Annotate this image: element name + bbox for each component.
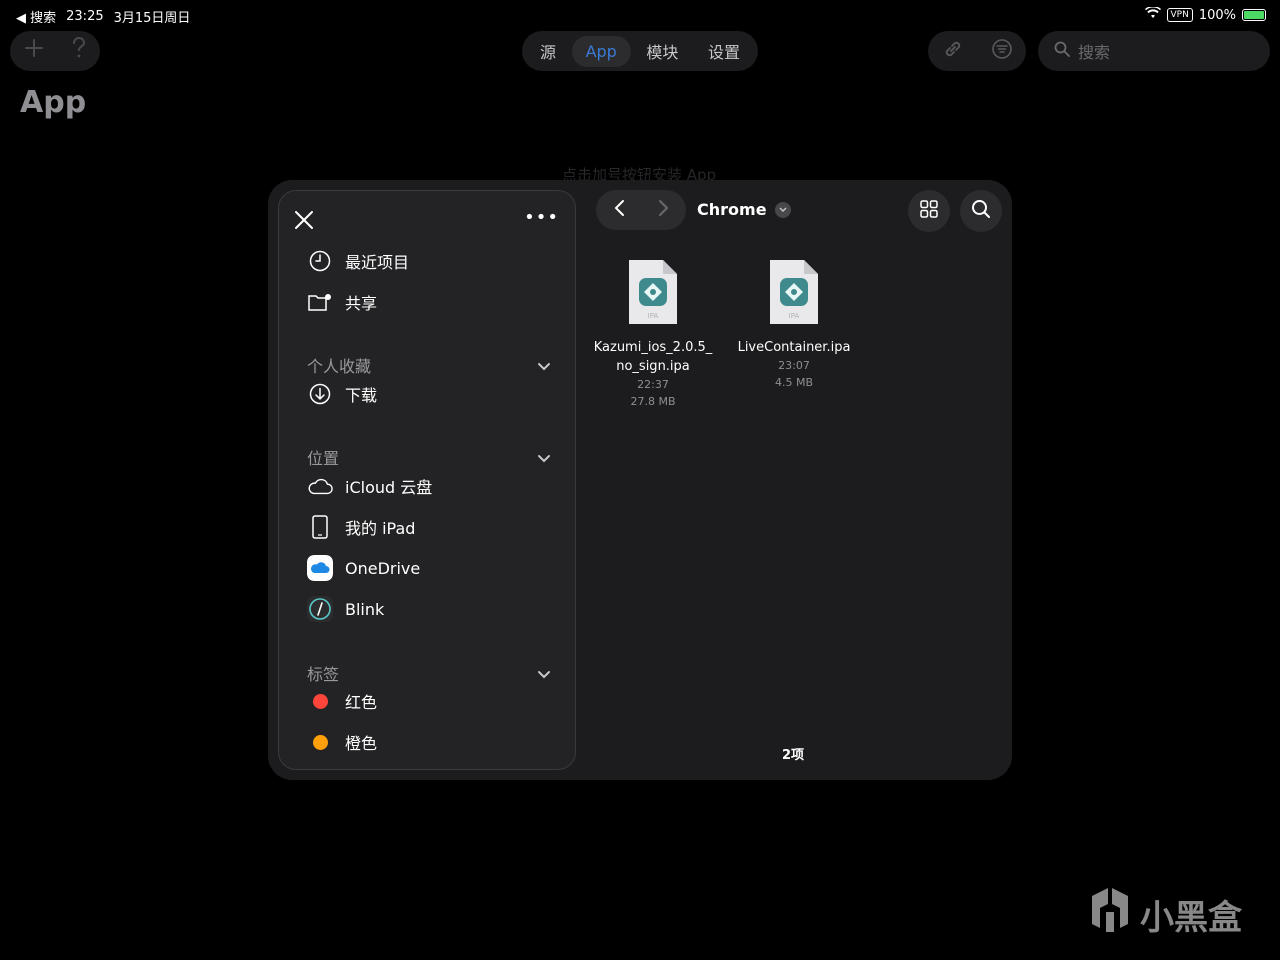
tab-modules[interactable]: 模块 (632, 33, 692, 69)
file-item-kazumi[interactable]: IPA Kazumi_ios_2.0.5_ no_sign.ipa 22:37 … (588, 258, 718, 410)
folder-title-menu[interactable]: Chrome (697, 200, 791, 219)
picker-sidebar: ••• 最近项目 共享 个人收藏 下载 位置 iCloud 云盘 我的 iPad… (278, 190, 576, 770)
onedrive-icon (307, 555, 333, 581)
tab-source[interactable]: 源 (526, 33, 570, 69)
blink-icon (307, 596, 333, 622)
sidebar-item-tag-orange[interactable]: 橙色 (307, 729, 377, 755)
left-toolbar (10, 31, 100, 71)
section-locations-header[interactable]: 位置 (307, 445, 551, 469)
segmented-control: 源 App 模块 设置 (522, 31, 758, 71)
ipa-file-icon: IPA (768, 258, 820, 326)
sidebar-item-label: 橙色 (345, 734, 378, 753)
section-title: 位置 (307, 449, 340, 468)
search-input[interactable]: 搜索 (1038, 31, 1270, 71)
sidebar-item-label: 我的 iPad (345, 519, 416, 538)
sidebar-item-blink[interactable]: Blink (307, 596, 384, 622)
battery-percent: 100% (1198, 7, 1236, 23)
search-icon (1054, 41, 1070, 61)
sidebar-item-downloads[interactable]: 下载 (307, 381, 377, 407)
status-bar: ◀ 搜索 23:25 3月15日周日 VPN 100% (0, 0, 1280, 30)
sidebar-item-label: 最近项目 (345, 253, 410, 272)
link-icon[interactable] (942, 38, 964, 64)
cloud-icon (307, 473, 333, 499)
document-picker: ••• 最近项目 共享 个人收藏 下载 位置 iCloud 云盘 我的 iPad… (268, 180, 1012, 780)
search-icon (971, 199, 991, 223)
orange-tag-dot-icon (312, 734, 328, 750)
sidebar-item-label: OneDrive (345, 558, 421, 578)
red-tag-dot-icon (312, 693, 328, 709)
file-size: 27.8 MB (630, 395, 676, 408)
back-to-search-link[interactable]: ◀ 搜索 (16, 7, 56, 26)
sidebar-item-onedrive[interactable]: OneDrive (307, 555, 420, 581)
sidebar-item-my-ipad[interactable]: 我的 iPad (307, 514, 415, 540)
ipa-file-icon: IPA (627, 258, 679, 326)
clock-icon (307, 248, 333, 274)
right-toolbar (928, 31, 1026, 71)
sidebar-item-label: Blink (345, 599, 385, 619)
file-item-livecontainer[interactable]: IPA LiveContainer.ipa 23:07 4.5 MB (729, 258, 859, 391)
grid-icon (919, 199, 939, 223)
sidebar-item-label: 共享 (345, 294, 378, 313)
chevron-down-icon[interactable] (537, 664, 551, 683)
section-title: 个人收藏 (307, 357, 372, 376)
download-icon (307, 381, 333, 407)
sidebar-item-label: iCloud 云盘 (345, 478, 433, 497)
forward-chevron-icon[interactable] (658, 199, 670, 221)
question-icon[interactable] (71, 37, 87, 65)
sidebar-item-label: 红色 (345, 693, 378, 712)
history-navigation (596, 190, 686, 230)
view-mode-button[interactable] (908, 190, 950, 232)
shared-folder-icon (307, 289, 333, 315)
tab-settings[interactable]: 设置 (694, 33, 754, 69)
watermark-text: 小黑盒 (1140, 898, 1242, 938)
chevron-down-icon[interactable] (537, 448, 551, 467)
sidebar-item-icloud[interactable]: iCloud 云盘 (307, 473, 432, 499)
file-type-badge: IPA (788, 312, 800, 320)
section-title: 标签 (307, 665, 340, 684)
filter-icon[interactable] (991, 38, 1013, 64)
plus-icon[interactable] (24, 38, 44, 64)
sidebar-item-shared[interactable]: 共享 (307, 289, 377, 315)
status-date: 3月15日周日 (113, 11, 191, 26)
file-size: 4.5 MB (774, 376, 814, 389)
search-placeholder: 搜索 (1078, 43, 1111, 62)
chevron-down-icon[interactable] (537, 356, 551, 375)
section-favorites-header[interactable]: 个人收藏 (307, 353, 551, 377)
back-chevron-icon[interactable] (613, 199, 625, 221)
page-title: App (20, 85, 87, 120)
file-time: 22:37 (637, 378, 669, 391)
file-time: 23:07 (778, 359, 810, 372)
vpn-badge: VPN (1166, 8, 1193, 22)
tab-app[interactable]: App (571, 35, 631, 67)
search-button[interactable] (960, 190, 1002, 232)
file-name: LiveContainer.ipa (737, 340, 851, 355)
file-type-badge: IPA (647, 312, 659, 320)
battery-icon (1242, 9, 1266, 21)
item-count: 2项 (781, 748, 805, 763)
section-tags-header[interactable]: 标签 (307, 661, 551, 685)
folder-title: Chrome (697, 200, 767, 219)
file-name: Kazumi_ios_2.0.5_ no_sign.ipa (593, 340, 713, 374)
watermark-logo: 小黑盒 (1088, 886, 1242, 943)
chevron-down-icon (774, 201, 791, 218)
sidebar-item-tag-red[interactable]: 红色 (307, 688, 377, 714)
sidebar-item-label: 下载 (345, 386, 378, 405)
status-time: 23:25 (66, 9, 104, 24)
heybox-logo-icon (1088, 886, 1132, 943)
more-options-icon[interactable]: ••• (524, 207, 559, 228)
wifi-icon (1144, 5, 1161, 23)
close-icon[interactable] (293, 209, 315, 231)
ipad-icon (307, 514, 333, 540)
sidebar-item-recents[interactable]: 最近项目 (307, 248, 409, 274)
